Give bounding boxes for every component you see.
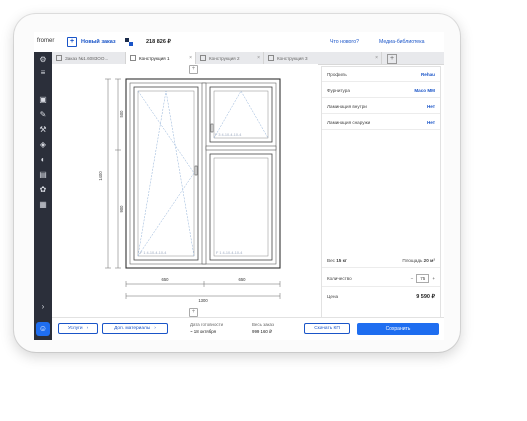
profile-label: Профиль xyxy=(327,71,347,77)
save-button[interactable]: Сохранить xyxy=(357,323,439,335)
chevron-right-icon: › xyxy=(86,326,89,331)
menu-icon[interactable]: ≡ xyxy=(38,68,48,78)
plus-icon: + xyxy=(67,37,77,47)
quantity-row: Количество − 75 + xyxy=(322,270,440,287)
plus-icon[interactable]: + xyxy=(432,276,435,281)
close-icon[interactable]: × xyxy=(189,55,192,61)
lamination-inside-value[interactable]: Нет xyxy=(427,104,435,109)
area: Площадь 20 м² xyxy=(402,258,435,263)
save-label: Сохранить xyxy=(385,326,411,332)
services-button[interactable]: Услуги › xyxy=(58,323,98,334)
weight-value: 15 кг xyxy=(336,257,347,263)
logo: fromer xyxy=(37,38,55,44)
price-row: Цена 9 590 ₽ xyxy=(322,289,440,304)
order-total: 218 826 ₽ xyxy=(146,39,171,45)
settings-icon[interactable]: ⚙ xyxy=(38,55,48,65)
weight-area-row: Вес 15 кг Площадь 20 м² xyxy=(322,253,440,268)
tab-construction-1[interactable]: Конструкция 1 × xyxy=(126,52,196,64)
height-top-label: 500 xyxy=(119,110,124,118)
quantity-stepper[interactable]: − 75 + xyxy=(411,273,435,283)
cubes-icon[interactable] xyxy=(125,38,133,46)
palette-icon[interactable]: ✿ xyxy=(38,185,48,195)
new-order-label: Новый заказ xyxy=(81,39,116,45)
lamination-outside-value[interactable]: Нет xyxy=(427,120,435,125)
document-icon[interactable]: ▤ xyxy=(38,170,48,180)
hardware-label: Фурнитура xyxy=(327,87,350,93)
close-icon[interactable]: × xyxy=(257,55,260,61)
area-label: Площадь xyxy=(402,257,423,263)
top-bar: fromer + Новый заказ 218 826 ₽ Что новог… xyxy=(34,32,444,53)
glazing-label-top: F 3 4-10-4-10-4 xyxy=(215,133,241,137)
lamination-inside-label: Ламинация внутри xyxy=(327,103,367,109)
height-bottom-label: 900 xyxy=(119,205,124,213)
width-right-label: 650 xyxy=(239,277,247,282)
tools-icon[interactable]: ⚒ xyxy=(38,125,48,135)
glazing-label-left: F 1 4-10-4-10-4 xyxy=(140,251,166,255)
services-label: Услуги xyxy=(67,326,83,331)
area-value: 20 м² xyxy=(423,257,435,263)
weight-label: Вес xyxy=(327,257,335,263)
order-icon xyxy=(56,55,62,61)
tab-label: Конструкция 3 xyxy=(277,55,308,61)
profile-value[interactable]: Rehau xyxy=(421,72,435,77)
lamination-outside-row[interactable]: Ламинация снаружи Нет xyxy=(322,115,440,130)
sidebar: ⚙ ≡ ▣ ✎ ⚒ ◈ ◐ ▤ ✿ ▦ › ☺ xyxy=(34,52,52,340)
window-icon xyxy=(268,55,274,61)
download-proposal-button[interactable]: Скачать КП xyxy=(304,323,350,334)
download-label: Скачать КП xyxy=(314,326,340,331)
drawing-canvas: + + F 1 4-10-4-10-4 F 3 4-10-4-10-4 F 1 … xyxy=(52,64,318,317)
ready-date-label: Дата готовности xyxy=(190,322,224,327)
width-total-label: 1300 xyxy=(198,298,208,303)
shapes-icon[interactable]: ◐ xyxy=(38,155,48,165)
bottom-bar: Услуги › Доп. материалы › Дата готовност… xyxy=(52,317,444,340)
ready-date-value: ~ 18 октября xyxy=(190,329,216,334)
materials-button[interactable]: Доп. материалы › xyxy=(102,323,168,334)
grid-icon[interactable]: ▦ xyxy=(38,200,48,210)
add-tab-button[interactable]: + xyxy=(387,54,397,64)
brush-icon[interactable]: ✎ xyxy=(38,110,48,120)
glazing-label-bottom: F 1 4-10-4-10-4 xyxy=(216,251,242,255)
chevron-right-icon: › xyxy=(154,326,156,331)
order-total-label: Весь заказ xyxy=(252,322,274,327)
quantity-input[interactable]: 75 xyxy=(416,273,430,283)
chevron-right-icon[interactable]: › xyxy=(38,302,48,312)
price-label: Цена xyxy=(327,294,339,299)
layers-icon[interactable]: ◈ xyxy=(38,140,48,150)
chat-icon[interactable]: ☺ xyxy=(36,322,50,336)
new-order-button[interactable]: + Новый заказ xyxy=(67,37,116,47)
tab-label: Конструкция 2 xyxy=(209,55,240,61)
camera-icon[interactable]: ▣ xyxy=(38,95,48,105)
width-left-label: 650 xyxy=(162,277,170,282)
lamination-inside-row[interactable]: Ламинация внутри Нет xyxy=(322,99,440,114)
weight: Вес 15 кг xyxy=(327,258,347,263)
window-icon xyxy=(200,55,206,61)
tab-construction-3[interactable]: Конструкция 3 × xyxy=(264,52,382,64)
materials-label: Доп. материалы xyxy=(114,326,151,331)
properties-panel: Профиль Rehau Фурнитура Maco MM Ламинаци… xyxy=(321,66,441,319)
lamination-outside-label: Ламинация снаружи xyxy=(327,119,371,125)
media-library-link[interactable]: Медиа-библиотека xyxy=(379,39,424,45)
window-drawing[interactable]: F 1 4-10-4-10-4 F 3 4-10-4-10-4 F 1 4-10… xyxy=(52,64,318,317)
price-value: 9 590 ₽ xyxy=(416,293,435,300)
hardware-value[interactable]: Maco MM xyxy=(414,88,435,93)
close-icon[interactable]: × xyxy=(375,55,378,61)
window-icon xyxy=(130,55,136,61)
tab-order[interactable]: Заказ №1.6083ОО... xyxy=(52,52,126,64)
hardware-row[interactable]: Фурнитура Maco MM xyxy=(322,83,440,98)
tab-label: Заказ №1.6083ОО... xyxy=(65,55,109,61)
quantity-label: Количество xyxy=(327,275,352,281)
whats-new-link[interactable]: Что нового? xyxy=(330,39,359,45)
app-screen: fromer + Новый заказ 218 826 ₽ Что новог… xyxy=(34,32,444,340)
height-total-label: 1400 xyxy=(98,171,103,181)
profile-row[interactable]: Профиль Rehau xyxy=(322,67,440,82)
minus-icon[interactable]: − xyxy=(411,276,414,281)
tab-label: Конструкция 1 xyxy=(139,55,170,61)
tab-construction-2[interactable]: Конструкция 2 × xyxy=(196,52,264,64)
order-total-value: 999 160 ₽ xyxy=(252,329,272,334)
